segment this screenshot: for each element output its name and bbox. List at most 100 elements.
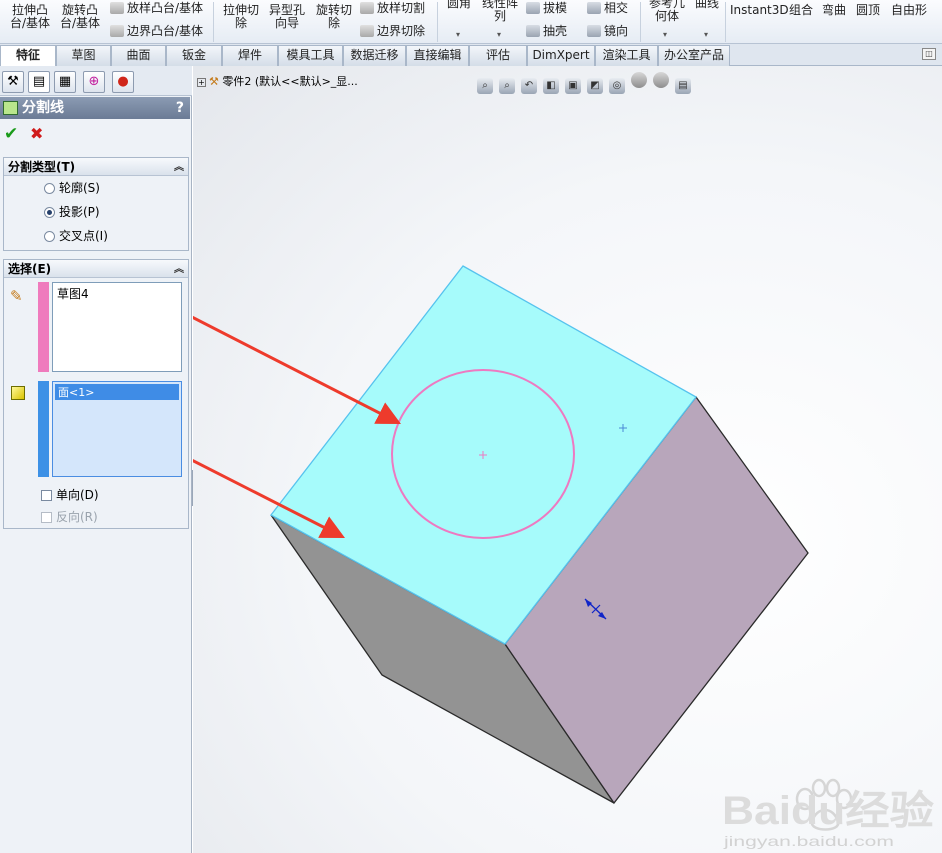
tab-data-migration[interactable]: 数据迁移	[343, 45, 406, 66]
graphics-viewport[interactable]: + ⚒ 零件2 (默认<<默认>_显... ⌕ ⌕ ↶ ◧ ▣ ◩ ◎ ▤ Baidu经验 ji…	[193, 66, 942, 853]
fillet-dropdown-icon[interactable]: ▾	[456, 30, 460, 39]
hole-wizard-button[interactable]: 异型孔 向导	[265, 4, 309, 30]
shell-button[interactable]: 抽壳	[526, 25, 567, 38]
loft-cut-button[interactable]: 放样切割	[360, 2, 425, 15]
revolve-boss-button[interactable]: 旋转凸 台/基体	[58, 4, 102, 30]
radio-silhouette[interactable]: 轮廓(S)	[44, 181, 100, 195]
ok-button[interactable]: ✔	[4, 124, 18, 144]
section-view-icon[interactable]: ◧	[543, 78, 559, 94]
tab-direct-editing[interactable]: 直接编辑	[406, 45, 469, 66]
tab-dimxpert[interactable]: DimXpert	[527, 45, 595, 66]
loft-boss-button[interactable]: 放样凸台/基体	[110, 2, 203, 15]
flex-button[interactable]: 弯曲	[822, 4, 846, 17]
view-orientation-icon[interactable]: ▣	[565, 78, 581, 94]
extrude-boss-label: 拉伸凸 台/基体	[9, 3, 51, 30]
reverse-direction-label: 反向(R)	[56, 510, 98, 524]
combine-button[interactable]: 组合	[789, 4, 813, 17]
tab-weldments[interactable]: 焊件	[222, 45, 278, 66]
selections-label: 选择(E)	[8, 262, 52, 276]
extrude-cut-button[interactable]: 拉伸切 除	[219, 4, 263, 30]
display-manager-tab-icon[interactable]: ●	[112, 71, 134, 93]
sketch-pencil-icon: ✎	[10, 287, 23, 305]
radio-projection[interactable]: 投影(P)	[44, 205, 100, 219]
revolve-cut-label: 旋转切 除	[315, 3, 352, 30]
display-style-icon[interactable]: ◩	[587, 78, 603, 94]
cancel-button[interactable]: ✖	[30, 124, 43, 143]
collapse-chevron-icon[interactable]: ︽	[174, 261, 184, 279]
boundary-icon	[110, 25, 124, 37]
sketch-selection-list[interactable]: 草图4	[52, 282, 182, 372]
combine-label: 组合	[789, 3, 814, 17]
edit-appearance-icon[interactable]	[631, 72, 647, 88]
help-icon[interactable]: ?	[176, 97, 184, 119]
face-selection-list[interactable]: 面<1>	[52, 381, 182, 477]
reference-geometry-dropdown-icon[interactable]: ▾	[663, 30, 667, 39]
tab-surfaces[interactable]: 曲面	[111, 45, 166, 66]
loft-cut-label: 放样切割	[377, 1, 426, 15]
boundary-cut-label: 边界切除	[377, 24, 426, 38]
watermark-url-text: jingyan.baidu.com	[722, 833, 894, 849]
draft-button[interactable]: 拔模	[526, 2, 567, 15]
tab-mold-tools[interactable]: 模具工具	[278, 45, 343, 66]
freeform-button[interactable]: 自由形	[891, 4, 927, 17]
tab-evaluate[interactable]: 评估	[469, 45, 527, 66]
reverse-direction-checkbox: 反向(R)	[41, 510, 98, 524]
property-manager-tab-icon[interactable]: ▤	[28, 71, 50, 93]
tab-office-products[interactable]: 办公室产品	[658, 45, 730, 66]
instant3d-button[interactable]: Instant3D	[730, 4, 789, 17]
tab-render-tools[interactable]: 渲染工具	[595, 45, 658, 66]
boundary-boss-button[interactable]: 边界凸台/基体	[110, 25, 203, 38]
sketch-list-item[interactable]: 草图4	[53, 283, 181, 304]
zoom-area-icon[interactable]: ⌕	[499, 78, 515, 94]
zoom-to-fit-icon[interactable]: ⌕	[477, 78, 493, 94]
pattern-dropdown-icon[interactable]: ▾	[497, 30, 501, 39]
reference-geometry-button[interactable]: 参考几 何体	[646, 0, 688, 23]
property-manager-title: 分割线 ?	[0, 97, 190, 119]
heads-up-view-toolbar: ⌕ ⌕ ↶ ◧ ▣ ◩ ◎ ▤	[477, 72, 697, 94]
ribbon-divider	[725, 2, 726, 42]
intersect-label: 相交	[604, 1, 629, 15]
single-direction-checkbox[interactable]: 单向(D)	[41, 488, 99, 502]
boundary-cut-button[interactable]: 边界切除	[360, 25, 425, 38]
revolve-cut-button[interactable]: 旋转切 除	[312, 4, 356, 30]
intersection-label: 交叉点(I)	[59, 229, 108, 243]
expand-icon[interactable]: +	[197, 78, 206, 87]
extrude-boss-button[interactable]: 拉伸凸 台/基体	[8, 4, 52, 30]
silhouette-label: 轮廓(S)	[59, 181, 100, 195]
previous-view-icon[interactable]: ↶	[521, 78, 537, 94]
part-name-label[interactable]: 零件2 (默认<<默认>_显...	[222, 75, 357, 88]
fillet-button[interactable]: 圆角	[444, 0, 474, 10]
checkbox-icon	[41, 490, 52, 501]
feature-tree-flyout[interactable]: + ⚒ 零件2 (默认<<默认>_显...	[197, 73, 358, 89]
tab-features[interactable]: 特征	[0, 45, 56, 67]
radio-intersection[interactable]: 交叉点(I)	[44, 229, 108, 243]
collapse-chevron-icon[interactable]: ︽	[174, 159, 184, 177]
dimxpert-manager-tab-icon[interactable]: ⊕	[83, 71, 105, 93]
view-settings-icon[interactable]: ▤	[675, 78, 691, 94]
manager-tabs: ⚒ ▤ ▦ ⊕ ●	[0, 66, 192, 96]
ribbon-divider	[437, 2, 438, 42]
tab-sheet-metal[interactable]: 钣金	[166, 45, 222, 66]
face-list-item[interactable]: 面<1>	[55, 384, 179, 400]
feature-manager-tab-icon[interactable]: ⚒	[2, 71, 24, 93]
mirror-button[interactable]: 镜向	[587, 25, 628, 38]
restore-panel-icon[interactable]: ◫	[922, 48, 936, 60]
baidu-jingyan-watermark: Baidu经验 jingyan.baidu.com	[722, 778, 934, 849]
tab-sketch[interactable]: 草图	[56, 45, 111, 66]
radio-selected-icon	[44, 207, 55, 218]
curves-dropdown-icon[interactable]: ▾	[704, 30, 708, 39]
selections-header[interactable]: 选择(E) ︽	[4, 260, 188, 278]
dome-label: 圆顶	[856, 3, 881, 17]
configuration-manager-tab-icon[interactable]: ▦	[54, 71, 76, 93]
split-type-header[interactable]: 分割类型(T) ︽	[4, 158, 188, 176]
curves-button[interactable]: 曲线	[692, 0, 722, 10]
split-type-group: 分割类型(T) ︽ 轮廓(S) 投影(P) 交叉点(I)	[3, 157, 189, 251]
intersect-button[interactable]: 相交	[587, 2, 628, 15]
apply-scene-icon[interactable]	[653, 72, 669, 88]
property-manager-panel: ⚒ ▤ ▦ ⊕ ● 分割线 ? ✔ ✖ 分割类型(T) ︽ 轮廓(S) 投影(P…	[0, 66, 192, 853]
hide-show-items-icon[interactable]: ◎	[609, 78, 625, 94]
curves-label: 曲线	[694, 0, 719, 10]
dome-button[interactable]: 圆顶	[856, 4, 880, 17]
linear-pattern-button[interactable]: 线性阵 列	[480, 0, 520, 23]
boundary-boss-label: 边界凸台/基体	[127, 24, 204, 38]
